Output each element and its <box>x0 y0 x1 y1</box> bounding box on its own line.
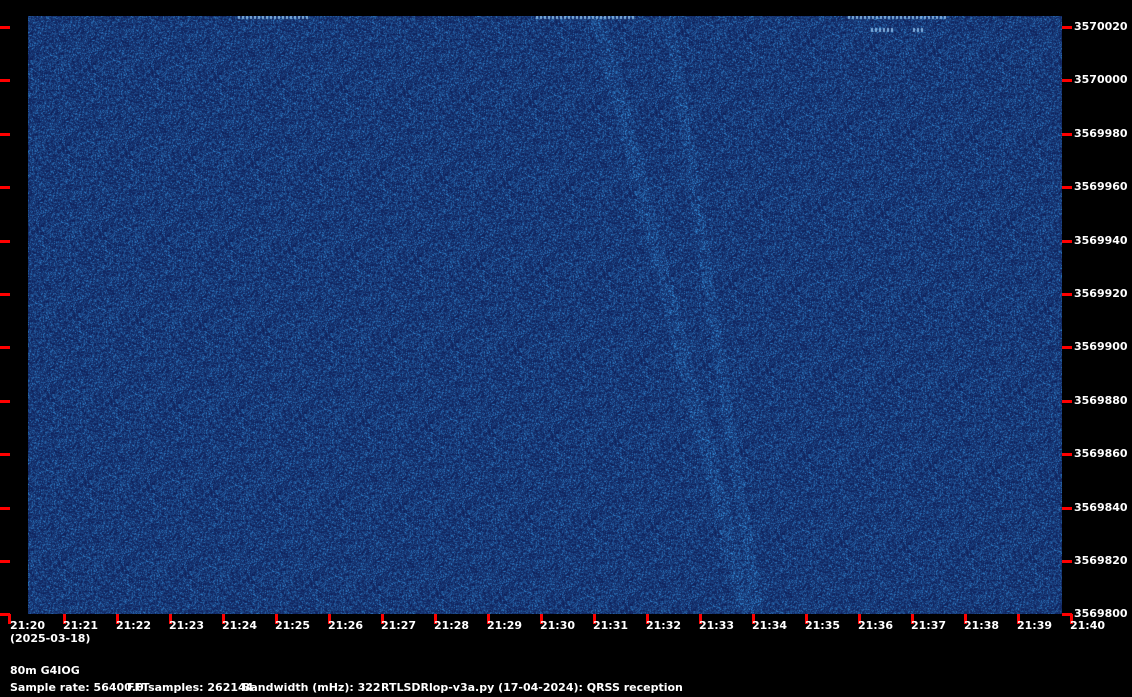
left-tick-mark <box>0 79 10 82</box>
time-tick-label: 21:23 <box>169 619 205 632</box>
time-tick-label: 21:29 <box>487 619 523 632</box>
right-tick-mark <box>1062 346 1072 349</box>
frequency-axis: 3570020 3570000 3569980 3569960 3569940 35699… <box>1062 0 1132 697</box>
right-tick-mark <box>1062 560 1072 563</box>
time-tick-label: 21:33 <box>699 619 735 632</box>
time-tick-label: 21:35 <box>805 619 841 632</box>
time-tick-label: 21:40 <box>1070 619 1106 632</box>
left-tick-mark <box>0 507 10 510</box>
right-tick-mark <box>1062 26 1072 29</box>
time-tick-label: 21:32 <box>646 619 682 632</box>
time-tick-label: 21:20 <box>10 619 46 632</box>
right-tick-mark <box>1062 507 1072 510</box>
left-tick-mark <box>0 240 10 243</box>
frequency-tick-label: 3569980 <box>1074 127 1128 140</box>
frequency-tick-label: 3570020 <box>1074 20 1128 33</box>
frequency-tick-label: 3570000 <box>1074 73 1128 86</box>
right-tick-mark <box>1062 133 1072 136</box>
time-tick-label: 21:31 <box>593 619 629 632</box>
right-tick-mark <box>1062 240 1072 243</box>
time-tick-label: 21:38 <box>964 619 1000 632</box>
right-tick-mark <box>1062 453 1072 456</box>
station-label: 80m G4IOG <box>10 664 80 677</box>
frequency-tick-label: 3569880 <box>1074 394 1128 407</box>
right-tick-mark <box>1062 400 1072 403</box>
time-tick-label: 21:22 <box>116 619 152 632</box>
frequency-tick-label: 3569960 <box>1074 180 1128 193</box>
right-tick-mark <box>1062 186 1072 189</box>
left-tick-mark <box>0 133 10 136</box>
waterfall-spectrogram <box>28 16 1062 614</box>
spectrogram-canvas <box>28 16 1062 614</box>
left-tick-mark <box>0 453 10 456</box>
time-tick-label: 21:24 <box>222 619 258 632</box>
right-tick-mark <box>1062 293 1072 296</box>
time-tick-label: 21:28 <box>434 619 470 632</box>
right-tick-mark <box>1062 79 1072 82</box>
frequency-tick-label: 3569940 <box>1074 234 1128 247</box>
left-tick-mark <box>0 346 10 349</box>
time-tick-label: 21:30 <box>540 619 576 632</box>
frequency-tick-label: 3569920 <box>1074 287 1128 300</box>
left-tick-mark <box>0 186 10 189</box>
software-label: RTLSDRlop-v3a.py (17-04-2024): QRSS rece… <box>381 681 683 694</box>
time-tick-label: 21:34 <box>752 619 788 632</box>
left-tick-mark <box>0 400 10 403</box>
left-tick-mark <box>0 26 10 29</box>
sample-rate-label: Sample rate: 56400.0 <box>10 681 144 694</box>
time-tick-label: 21:25 <box>275 619 311 632</box>
time-tick-label: 21:26 <box>328 619 364 632</box>
time-tick-label: 21:39 <box>1017 619 1053 632</box>
left-tick-mark <box>0 293 10 296</box>
frequency-tick-label: 3569860 <box>1074 447 1128 460</box>
time-axis: 21:20 21:21 21:22 21:23 21:24 21:25 21:26 21:27… <box>0 614 1132 634</box>
fft-samples-label: FFTsamples: 262144 <box>127 681 254 694</box>
left-tick-axis <box>0 0 12 697</box>
bandwidth-label: Bandwidth (mHz): 322 <box>242 681 381 694</box>
time-tick-label: 21:27 <box>381 619 417 632</box>
left-tick-mark <box>0 560 10 563</box>
time-tick-label: 21:37 <box>911 619 947 632</box>
frequency-tick-label: 3569820 <box>1074 554 1128 567</box>
frequency-tick-label: 3569900 <box>1074 340 1128 353</box>
date-label: (2025-03-18) <box>10 632 91 645</box>
time-tick-label: 21:21 <box>63 619 99 632</box>
frequency-tick-label: 3569840 <box>1074 501 1128 514</box>
time-tick-label: 21:36 <box>858 619 894 632</box>
